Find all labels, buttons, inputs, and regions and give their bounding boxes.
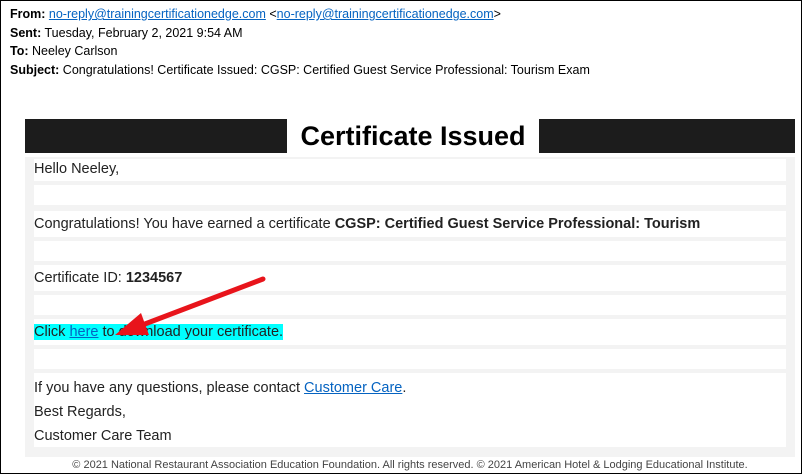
questions-line: If you have any questions, please contac… xyxy=(34,376,786,400)
from-address-bracketed-link[interactable]: no-reply@trainingcertificationedge.com xyxy=(277,7,494,21)
from-label: From: xyxy=(10,7,46,21)
congrats-text: Congratulations! You have earned a certi… xyxy=(34,216,335,232)
from-bracket-open: < xyxy=(269,7,277,21)
spacer-row xyxy=(34,185,786,205)
congrats-row: Congratulations! You have earned a certi… xyxy=(34,211,786,237)
greeting-row: Hello Neeley, xyxy=(34,159,786,181)
customer-care-link[interactable]: Customer Care xyxy=(304,380,402,396)
copyright-footer: © 2021 National Restaurant Association E… xyxy=(72,459,748,471)
greeting-text: Hello Neeley, xyxy=(34,161,120,177)
sent-label: Sent: xyxy=(10,26,42,40)
banner-title: Certificate Issued xyxy=(287,119,539,153)
email-window: From: no-reply@trainingcertificationedge… xyxy=(0,0,802,474)
subject-label: Subject: xyxy=(10,63,60,77)
download-here-link[interactable]: here xyxy=(69,324,98,340)
subject-line: Subject: Congratulations! Certificate Is… xyxy=(10,63,590,78)
questions-period: . xyxy=(402,380,407,396)
subject-value: Congratulations! Certificate Issued: CGS… xyxy=(62,63,590,77)
to-value: Neeley Carlson xyxy=(32,44,118,58)
spacer-row xyxy=(34,241,786,261)
to-line: To: Neeley Carlson xyxy=(10,44,117,59)
to-label: To: xyxy=(10,44,29,58)
red-arrow-icon xyxy=(115,276,266,335)
regards-text: Best Regards, xyxy=(34,404,126,420)
certificate-name: CGSP: Certified Guest Service Profession… xyxy=(334,216,701,232)
signature-text: Customer Care Team xyxy=(34,428,172,444)
from-line: From: no-reply@trainingcertificationedge… xyxy=(10,7,501,22)
click-prefix: Click xyxy=(34,324,70,340)
sent-line: Sent: Tuesday, February 2, 2021 9:54 AM xyxy=(10,26,243,41)
questions-text: If you have any questions, please contac… xyxy=(34,380,305,396)
closing-row: If you have any questions, please contac… xyxy=(34,373,786,447)
from-address-link[interactable]: no-reply@trainingcertificationedge.com xyxy=(49,7,266,21)
from-bracket-close: > xyxy=(493,7,501,21)
spacer-row xyxy=(34,349,786,369)
sent-value: Tuesday, February 2, 2021 9:54 AM xyxy=(44,26,243,40)
